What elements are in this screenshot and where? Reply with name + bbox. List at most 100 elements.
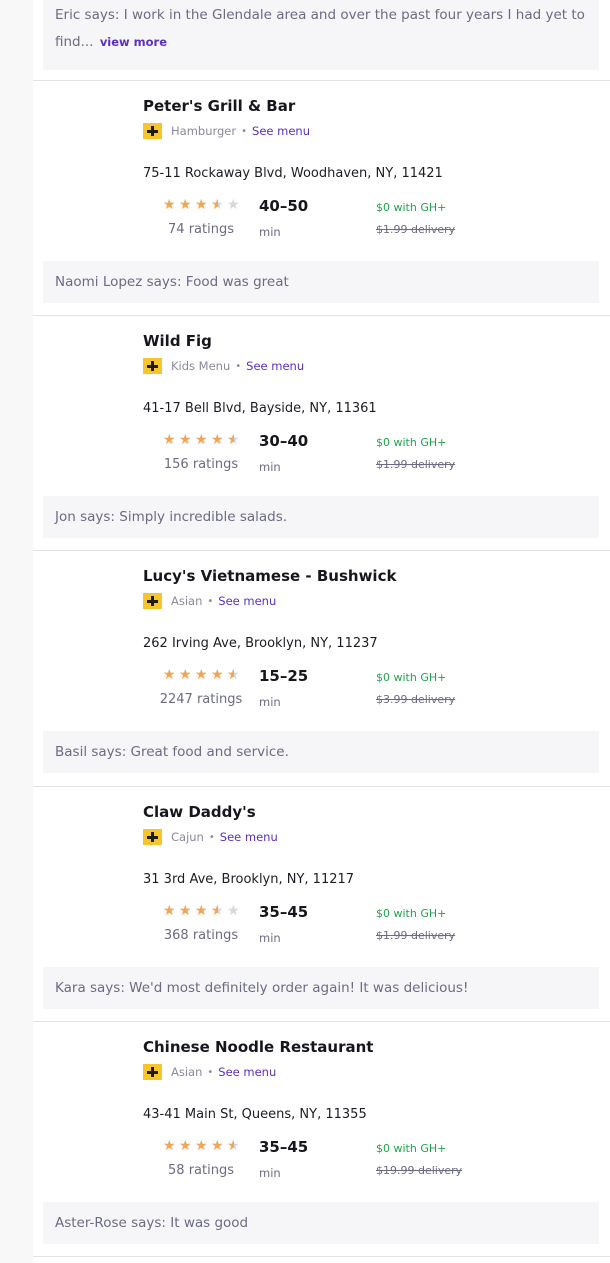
grubhub-plus-badge-icon <box>143 123 162 139</box>
delivery-fee: $1.99 delivery <box>376 458 456 471</box>
star-icon: ★★ <box>227 667 240 683</box>
star-icon: ★★ <box>211 667 224 683</box>
restaurant-name[interactable]: Lucy's Vietnamese - Bushwick <box>143 567 396 585</box>
restaurant-card[interactable]: Lucy's Vietnamese - Bushwick Asian • See… <box>33 551 610 785</box>
restaurant-address: 262 Irving Ave, Brooklyn, NY, 11237 <box>143 636 378 651</box>
restaurant-address: 41-17 Bell Blvd, Bayside, NY, 11361 <box>143 401 377 416</box>
restaurant-address: 43-41 Main St, Queens, NY, 11355 <box>143 1107 367 1122</box>
delivery-eta: 15–25 <box>259 667 309 685</box>
star-rating: ★★★★★★★★★★ <box>163 432 240 448</box>
star-rating: ★★★★★★★★★★ <box>163 1138 240 1154</box>
gh-plus-fee: $0 with GH+ <box>376 436 447 449</box>
cuisine-label: Asian <box>171 594 203 608</box>
review-snippet: Eric says: I work in the Glendale area a… <box>43 0 599 70</box>
star-icon: ★★ <box>195 1138 208 1154</box>
separator-dot: • <box>241 125 248 137</box>
star-icon: ★★ <box>179 667 192 683</box>
restaurant-image[interactable] <box>47 95 137 185</box>
review-snippet: Kara says: We'd most definitely order ag… <box>43 967 599 1009</box>
star-icon: ★★ <box>227 903 240 919</box>
delivery-fee: $1.99 delivery <box>376 929 456 942</box>
restaurant-card[interactable]: Peter's Grill & Bar Hamburger • See menu… <box>33 81 610 315</box>
grubhub-plus-badge-icon <box>143 358 162 374</box>
star-icon: ★★ <box>163 1138 176 1154</box>
restaurant-tagline: Kids Menu • See menu <box>143 358 304 374</box>
restaurant-name[interactable]: Claw Daddy's <box>143 803 256 821</box>
star-icon: ★★ <box>179 197 192 213</box>
review-snippet: Basil says: Great food and service. <box>43 731 599 773</box>
restaurant-list: Eric says: I work in the Glendale area a… <box>33 0 610 1263</box>
see-menu-link[interactable]: See menu <box>246 359 304 373</box>
see-menu-link[interactable]: See menu <box>252 124 310 138</box>
star-icon: ★★ <box>179 432 192 448</box>
eta-unit: min <box>259 931 281 945</box>
delivery-fee: $3.99 delivery <box>376 693 456 706</box>
review-snippet: Naomi Lopez says: Food was great <box>43 261 599 303</box>
delivery-fee: $1.99 delivery <box>376 223 456 236</box>
separator-dot: • <box>235 360 242 372</box>
star-icon: ★★ <box>163 903 176 919</box>
divider <box>33 1256 610 1257</box>
restaurant-image[interactable] <box>47 1036 137 1126</box>
restaurant-tagline: Hamburger • See menu <box>143 123 310 139</box>
view-more-link[interactable]: view more <box>100 35 167 49</box>
eta-unit: min <box>259 460 281 474</box>
restaurant-card[interactable]: Wild Fig Kids Menu • See menu 41-17 Bell… <box>33 316 610 550</box>
see-menu-link[interactable]: See menu <box>218 594 276 608</box>
gh-plus-fee: $0 with GH+ <box>376 201 447 214</box>
star-icon: ★★ <box>163 197 176 213</box>
cuisine-label: Asian <box>171 1065 203 1079</box>
star-icon: ★★ <box>211 197 224 213</box>
star-icon: ★★ <box>211 903 224 919</box>
ratings-count: 74 ratings <box>168 222 234 237</box>
star-rating: ★★★★★★★★★★ <box>163 667 240 683</box>
ratings-count: 368 ratings <box>163 928 239 943</box>
separator-dot: • <box>208 831 215 843</box>
restaurant-name[interactable]: Chinese Noodle Restaurant <box>143 1038 373 1056</box>
restaurant-tagline: Asian • See menu <box>143 1064 276 1080</box>
star-icon: ★★ <box>163 667 176 683</box>
star-icon: ★★ <box>227 1138 240 1154</box>
restaurant-address: 75-11 Rockaway Blvd, Woodhaven, NY, 1142… <box>143 166 443 181</box>
eta-unit: min <box>259 225 281 239</box>
star-icon: ★★ <box>211 432 224 448</box>
ratings-count: 58 ratings <box>168 1163 234 1178</box>
see-menu-link[interactable]: See menu <box>220 830 278 844</box>
restaurant-address: 31 3rd Ave, Brooklyn, NY, 11217 <box>143 872 355 887</box>
grubhub-plus-badge-icon <box>143 1064 162 1080</box>
review-snippet: Aster-Rose says: It was good <box>43 1202 599 1244</box>
cuisine-label: Cajun <box>171 830 204 844</box>
restaurant-card[interactable]: Claw Daddy's Cajun • See menu 31 3rd Ave… <box>33 787 610 1021</box>
restaurant-card[interactable]: Chinese Noodle Restaurant Asian • See me… <box>33 1022 610 1256</box>
cuisine-label: Kids Menu <box>171 359 231 373</box>
restaurant-image[interactable] <box>47 801 137 891</box>
delivery-eta: 40–50 <box>259 197 309 215</box>
delivery-eta: 35–45 <box>259 903 309 921</box>
star-icon: ★★ <box>227 432 240 448</box>
ratings-count: 156 ratings <box>163 457 239 472</box>
delivery-fee: $19.99 delivery <box>376 1164 463 1177</box>
star-icon: ★★ <box>227 197 240 213</box>
restaurant-tagline: Asian • See menu <box>143 593 276 609</box>
restaurant-tagline: Cajun • See menu <box>143 829 278 845</box>
separator-dot: • <box>207 1066 214 1078</box>
gh-plus-fee: $0 with GH+ <box>376 907 447 920</box>
delivery-eta: 30–40 <box>259 432 309 450</box>
review-snippet: Jon says: Simply incredible salads. <box>43 496 599 538</box>
see-menu-link[interactable]: See menu <box>218 1065 276 1079</box>
restaurant-image[interactable] <box>47 565 137 655</box>
eta-unit: min <box>259 1166 281 1180</box>
star-icon: ★★ <box>195 432 208 448</box>
delivery-eta: 35–45 <box>259 1138 309 1156</box>
restaurant-name[interactable]: Wild Fig <box>143 332 212 350</box>
star-icon: ★★ <box>195 197 208 213</box>
gh-plus-fee: $0 with GH+ <box>376 671 447 684</box>
star-icon: ★★ <box>179 903 192 919</box>
star-rating: ★★★★★★★★★★ <box>163 197 240 213</box>
star-icon: ★★ <box>163 432 176 448</box>
star-rating: ★★★★★★★★★★ <box>163 903 240 919</box>
restaurant-image[interactable] <box>47 330 137 420</box>
restaurant-name[interactable]: Peter's Grill & Bar <box>143 97 295 115</box>
grubhub-plus-badge-icon <box>143 829 162 845</box>
ratings-count: 2247 ratings <box>159 692 243 707</box>
